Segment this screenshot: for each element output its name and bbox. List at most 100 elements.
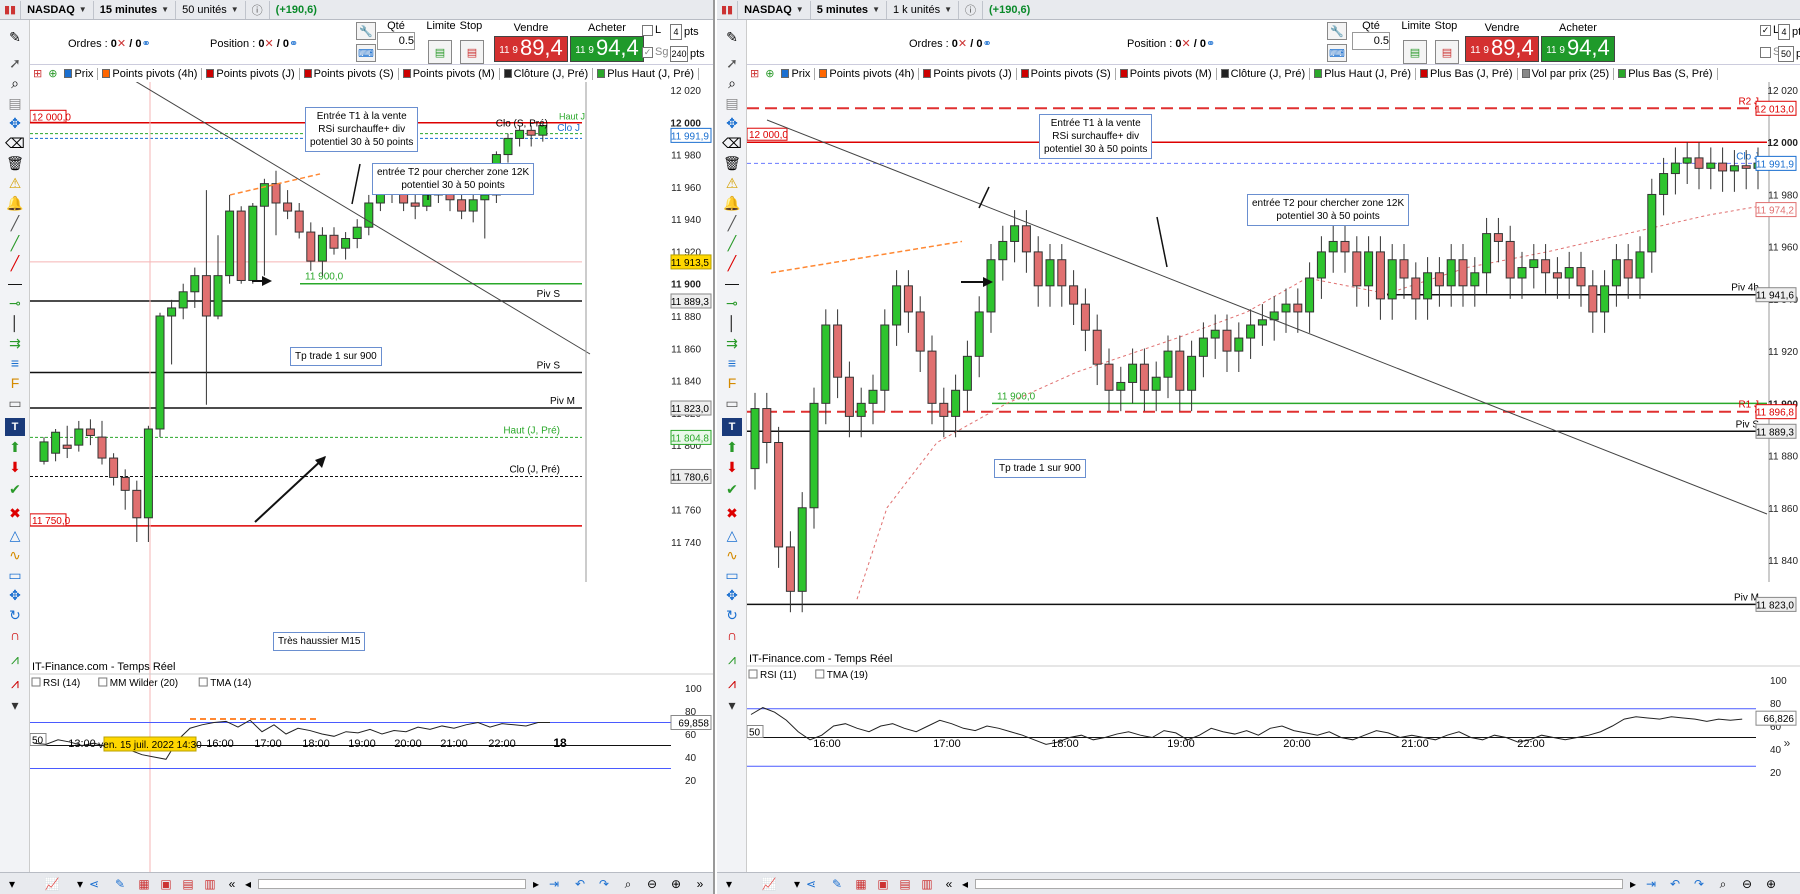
sell-button[interactable]: Vendre 11 9 89,4	[494, 22, 568, 62]
pts-field-1[interactable]: 4pts	[1778, 24, 1800, 40]
info-button[interactable]: ⓘ	[246, 0, 270, 19]
check-icon[interactable]: ✔	[5, 480, 25, 498]
check-icon[interactable]: ✔	[722, 480, 742, 498]
undo-icon[interactable]: ↶	[572, 876, 588, 892]
trendline-icon[interactable]: ╱	[5, 234, 25, 252]
scroll-left-icon[interactable]: «	[941, 876, 957, 892]
price-chart[interactable]: US Tech 100 Cash (1€)12 000,0Piv SPiv SP…	[30, 82, 715, 872]
buy-button[interactable]: Acheter 11 9 94,4	[1541, 22, 1615, 62]
pencil-icon[interactable]: ✎	[722, 28, 742, 46]
triangle-icon[interactable]: △	[5, 526, 25, 544]
edit-icon[interactable]: ✎	[112, 876, 128, 892]
chart-type-icon[interactable]: 📈	[44, 876, 60, 892]
trash-icon[interactable]: 🗑	[5, 154, 25, 172]
redo-icon[interactable]: ↷	[1691, 876, 1707, 892]
indicator-chip[interactable]: Points pivots (J)	[919, 67, 1017, 80]
channel-icon[interactable]: ⇉	[722, 334, 742, 352]
curve-icon[interactable]: ∿	[5, 546, 25, 564]
plus-icon[interactable]: ⊞	[747, 67, 762, 80]
dropdown-icon[interactable]: ▾	[4, 876, 20, 892]
print-icon[interactable]: ▤	[897, 876, 913, 892]
alert-icon[interactable]: ⚠	[5, 174, 25, 192]
indicator-chip[interactable]: Points pivots (S)	[300, 67, 399, 80]
text-tool-icon[interactable]: T	[722, 418, 742, 436]
units-selector[interactable]: 1 k unités ▼	[887, 0, 959, 19]
move-icon[interactable]: ✥	[5, 114, 25, 132]
timeframe-selector[interactable]: 15 minutes ▼	[94, 0, 177, 19]
hray-icon[interactable]: ⊸	[5, 294, 25, 312]
menu-button[interactable]: ▮▮	[0, 0, 22, 19]
wrench-icon[interactable]: 🔧	[356, 22, 376, 40]
cross-move-icon[interactable]: ✥	[722, 586, 742, 604]
edit-icon[interactable]: ✎	[829, 876, 845, 892]
magnet-icon[interactable]: ∩	[5, 626, 25, 644]
annotation-entry-t1[interactable]: Entrée T1 à la vente RSi surchauffe+ div…	[1039, 114, 1153, 159]
close-icon[interactable]: ✕	[958, 38, 967, 50]
camera-icon[interactable]: ▣	[158, 876, 174, 892]
pattern-icon[interactable]: ⩘	[722, 650, 742, 668]
scroll-left-icon[interactable]: «	[224, 876, 240, 892]
units-selector[interactable]: 50 unités ▼	[176, 0, 246, 19]
fib-ext-icon[interactable]: F	[722, 374, 742, 392]
menu-button[interactable]: ▮▮	[717, 0, 739, 19]
trendline-icon[interactable]: ╱	[722, 234, 742, 252]
text-tool-icon[interactable]: T	[5, 418, 25, 436]
indicator-chip[interactable]: Plus Bas (J, Pré)	[1416, 67, 1518, 80]
pattern2-icon[interactable]: ⩘	[5, 674, 25, 692]
scroll-down-icon[interactable]: ▾	[722, 696, 742, 714]
arrow-right-icon[interactable]: ▸	[1625, 876, 1641, 892]
vline-icon[interactable]: │	[5, 314, 25, 332]
line-icon[interactable]: ╱	[5, 214, 25, 232]
limit-order-button[interactable]: ▤	[1403, 40, 1427, 64]
zoom-area-icon[interactable]: ⌕	[1715, 876, 1731, 892]
indicator-chip[interactable]: Points pivots (M)	[1116, 67, 1217, 80]
cross-icon[interactable]: ✖	[722, 504, 742, 522]
buy-button[interactable]: Acheter 11 9 94,4	[570, 22, 644, 62]
pts-field-2[interactable]: 50pts	[1778, 46, 1800, 62]
fit-icon[interactable]: ⇥	[546, 876, 562, 892]
indicator-chip[interactable]: Points pivots (J)	[202, 67, 300, 80]
sg-checkbox[interactable]: ✓ Sg	[642, 46, 668, 58]
wrench-icon[interactable]: 🔧	[1327, 22, 1347, 40]
indicator-chip[interactable]: Plus Bas (S, Pré)	[1614, 67, 1718, 80]
pattern2-icon[interactable]: ⩘	[722, 674, 742, 692]
arrow-right-icon[interactable]: ▸	[528, 876, 544, 892]
annotation-entry-t2[interactable]: entrée T2 pour chercher zone 12K potenti…	[1247, 194, 1410, 226]
sell-button[interactable]: Vendre 11 9 89,4	[1465, 22, 1539, 62]
cursor-icon[interactable]: ➚	[722, 54, 742, 72]
rectangle-icon[interactable]: ▭	[5, 566, 25, 584]
text-icon[interactable]: ▭	[5, 394, 25, 412]
zoom-out-icon[interactable]: ⊖	[1739, 876, 1755, 892]
rectangle-icon[interactable]: ▭	[722, 566, 742, 584]
rotate-icon[interactable]: ↻	[722, 606, 742, 624]
link-icon[interactable]: ⚭	[982, 38, 991, 50]
save-icon[interactable]: ▥	[202, 876, 218, 892]
symbol-selector[interactable]: NASDAQ ▼	[21, 0, 94, 19]
bell-icon[interactable]: 🔔	[5, 194, 25, 212]
eraser-icon[interactable]: ⌫	[5, 134, 25, 152]
scroll-down-icon[interactable]: ▾	[5, 696, 25, 714]
redo-icon[interactable]: ↷	[596, 876, 612, 892]
qty-input[interactable]	[377, 32, 415, 50]
hline-icon[interactable]: ―	[5, 274, 25, 292]
arrow-down-icon[interactable]: ⬇	[722, 458, 742, 476]
indicator-chip[interactable]: Clôture (J, Pré)	[500, 67, 594, 80]
scroll-right-icon[interactable]: »	[692, 876, 708, 892]
keyboard-icon[interactable]: ⌨	[1327, 44, 1347, 62]
save-icon[interactable]: ▥	[919, 876, 935, 892]
calendar-icon[interactable]: ▦	[853, 876, 869, 892]
limit-order-button[interactable]: ▤	[428, 40, 452, 64]
plus-icon[interactable]: ⊞	[30, 67, 45, 80]
close-icon[interactable]: ✕	[264, 38, 273, 50]
pencil-icon[interactable]: ✎	[5, 28, 25, 46]
horizontal-scrollbar[interactable]	[975, 879, 1623, 889]
add-icon[interactable]: ⊕	[45, 67, 60, 80]
zoom-area-icon[interactable]: ⌕	[620, 876, 636, 892]
copy-icon[interactable]: ▤	[722, 94, 742, 112]
channel-icon[interactable]: ⇉	[5, 334, 25, 352]
cross-move-icon[interactable]: ✥	[5, 586, 25, 604]
l-checkbox[interactable]: ✓ L	[1760, 24, 1779, 36]
qty-input[interactable]	[1352, 32, 1390, 50]
l-checkbox[interactable]: L	[642, 24, 661, 36]
rotate-icon[interactable]: ↻	[5, 606, 25, 624]
